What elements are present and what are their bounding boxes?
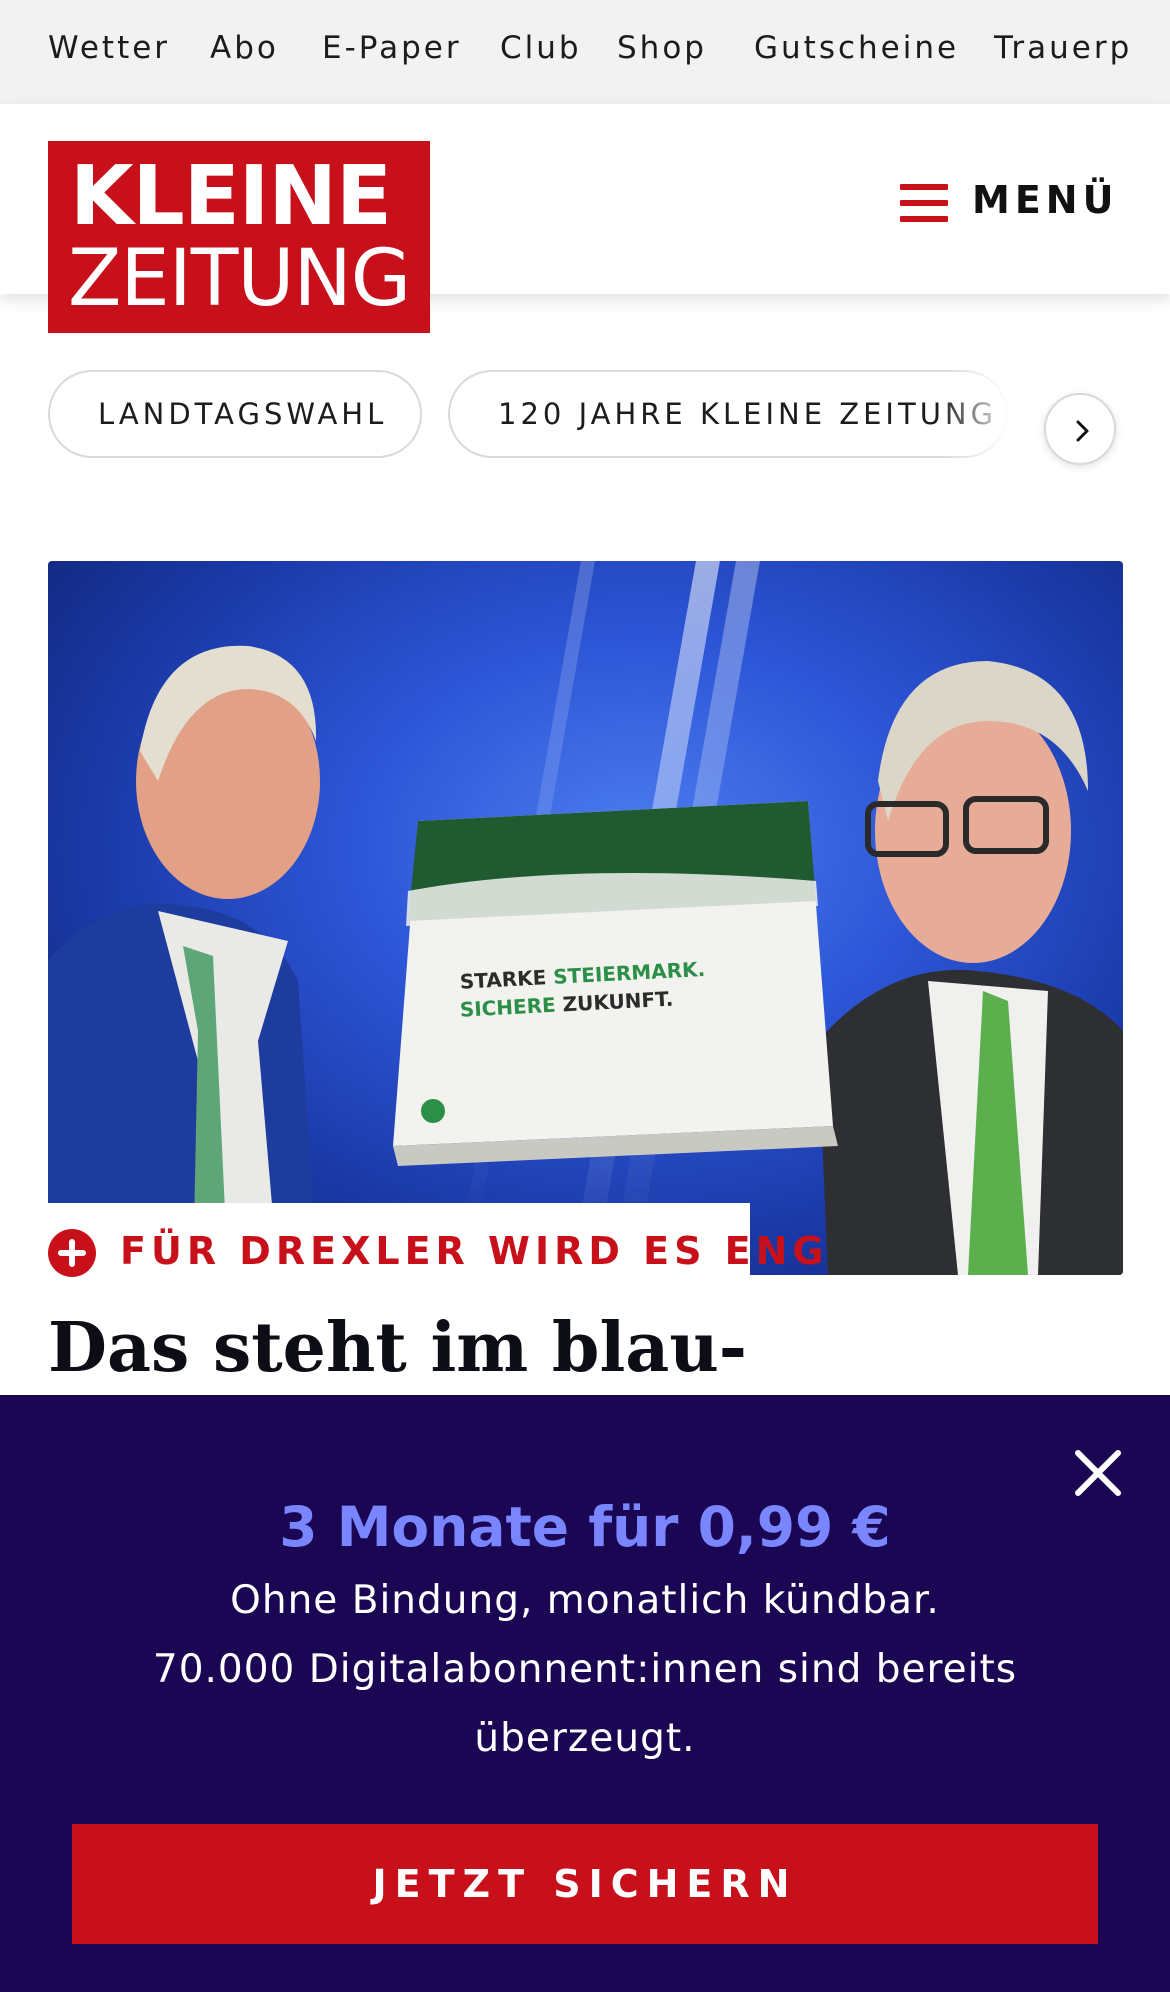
plus-icon (48, 1229, 96, 1277)
chips-fade (940, 360, 1060, 490)
hamburger-icon (900, 184, 948, 222)
utility-link-epaper[interactable]: E-Paper (322, 30, 462, 66)
menu-button[interactable]: MENÜ (900, 166, 1113, 236)
utility-link-trauerportal[interactable]: Trauerp (994, 30, 1132, 66)
promo-text-line1: Ohne Bindung, monatlich kündbar. (230, 1578, 940, 1623)
promo-text-line3: überzeugt. (474, 1716, 696, 1761)
subscription-banner: 3 Monate für 0,99 € Ohne Bindung, monatl… (0, 1395, 1170, 1992)
hero-image[interactable]: STARKE STEIERMARK. SICHERE ZUKUNFT. (48, 561, 1123, 1275)
close-icon[interactable] (1070, 1445, 1126, 1501)
menu-label: MENÜ (972, 178, 1119, 222)
logo-text-bottom: ZEITUNG (68, 234, 411, 324)
promo-text-line2: 70.000 Digitalabonnent:innen sind bereit… (152, 1647, 1018, 1692)
logo-text-top: KLEINE (70, 149, 392, 244)
site-header: KLEINE ZEITUNG MENÜ (0, 104, 1170, 333)
article-kicker[interactable]: FÜR DREXLER WIRD ES ENG (48, 1203, 824, 1295)
hero-illustration: STARKE STEIERMARK. SICHERE ZUKUNFT. (48, 645, 1123, 1275)
utility-link-wetter[interactable]: Wetter (48, 30, 170, 66)
utility-link-gutscheine[interactable]: Gutscheine (754, 30, 959, 66)
utility-link-shop[interactable]: Shop (617, 30, 707, 66)
subscribe-button[interactable]: JETZT SICHERN (72, 1824, 1098, 1944)
site-logo[interactable]: KLEINE ZEITUNG (48, 141, 430, 333)
article-headline[interactable]: Das steht im blau- (48, 1308, 747, 1388)
topic-chip-120-jahre[interactable]: 120 JAHRE KLEINE ZEITUNG (448, 370, 1008, 458)
topic-chip-landtagswahl[interactable]: LANDTAGSWAHL (48, 370, 422, 458)
promo-title: 3 Monate für 0,99 € (279, 1495, 891, 1559)
utility-link-club[interactable]: Club (500, 30, 582, 66)
chevron-right-icon[interactable] (1044, 393, 1116, 465)
utility-nav: Wetter Abo E-Paper Club Shop Gutscheine … (0, 0, 1170, 104)
kicker-label: FÜR DREXLER WIRD ES ENG (120, 1229, 829, 1273)
utility-link-abo[interactable]: Abo (210, 30, 279, 66)
